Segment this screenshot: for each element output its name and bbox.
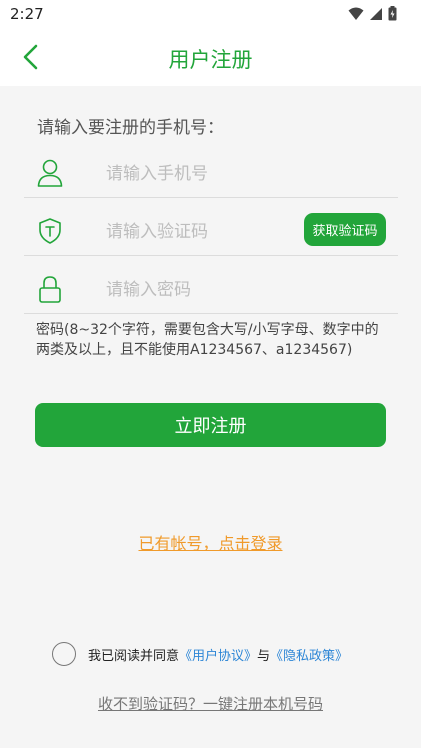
- privacy-policy-link[interactable]: 《隐私政策》: [270, 645, 348, 664]
- lock-icon: [39, 276, 61, 303]
- password-hint: 密码(8~32个字符，需要包含大写/小写字母、数字中的两类及以上，且不能使用A1…: [36, 322, 379, 358]
- one-click-register-link[interactable]: 收不到验证码？一键注册本机号码: [0, 693, 421, 714]
- agreement-row: 我已阅读并同意 《用户协议》 与 《隐私政策》: [52, 641, 348, 667]
- password-field-row: [24, 268, 398, 314]
- header: 用户注册: [0, 28, 421, 86]
- login-link[interactable]: 已有帐号，点击登录: [0, 530, 421, 554]
- phone-input[interactable]: [106, 160, 296, 188]
- signal-icon: [370, 7, 382, 20]
- agreement-prefix: 我已阅读并同意: [88, 648, 180, 664]
- agreement-checkbox[interactable]: [52, 642, 76, 666]
- status-time: 2:27: [10, 5, 44, 23]
- wifi-icon: [348, 7, 364, 20]
- status-bar: 2:27: [0, 0, 421, 28]
- page-title: 用户注册: [168, 48, 253, 72]
- agreement-and: 与: [257, 648, 271, 664]
- get-code-button[interactable]: 获取验证码: [304, 213, 386, 246]
- register-button[interactable]: 立即注册: [35, 403, 386, 447]
- status-icons: [348, 6, 397, 21]
- battery-icon: [388, 6, 397, 21]
- code-input[interactable]: [106, 218, 296, 246]
- code-field-row: 获取验证码: [24, 210, 398, 256]
- phone-field-row: [24, 152, 398, 198]
- password-input[interactable]: [106, 276, 296, 304]
- user-agreement-link[interactable]: 《用户协议》: [179, 645, 257, 664]
- phone-prompt: 请输入要注册的手机号：: [37, 118, 224, 138]
- shield-icon: [39, 218, 61, 244]
- user-icon: [37, 159, 63, 187]
